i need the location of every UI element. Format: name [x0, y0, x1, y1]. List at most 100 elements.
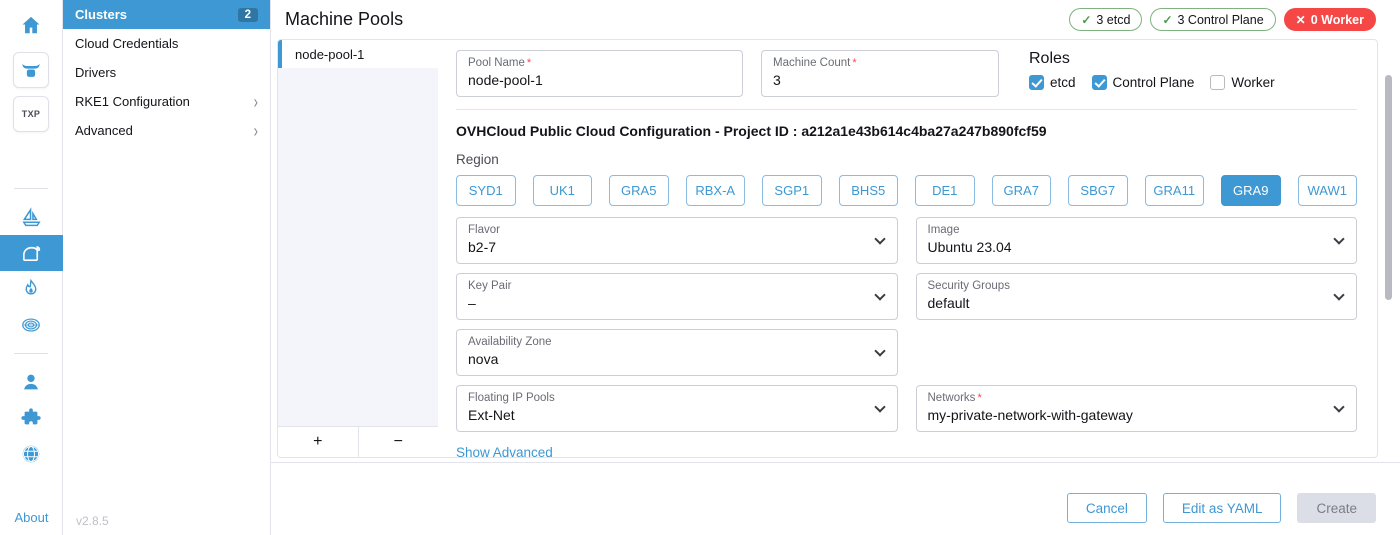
edit-as-yaml-button[interactable]: Edit as YAML — [1163, 493, 1282, 523]
pool-tab-label: node-pool-1 — [295, 47, 364, 62]
region-button-gra7[interactable]: GRA7 — [992, 175, 1052, 206]
icon-rail: TXP About — [0, 0, 63, 535]
control-plane-count-badge: ✓ 3 Control Plane — [1150, 8, 1275, 31]
flame-icon[interactable] — [0, 271, 63, 307]
rail-divider — [14, 353, 48, 354]
roles-group: Roles etcd Control Plane — [1017, 50, 1275, 97]
create-button[interactable]: Create — [1297, 493, 1376, 523]
region-button-de1[interactable]: DE1 — [915, 175, 975, 206]
txp-extension-icon[interactable]: TXP — [13, 96, 49, 132]
sidebar-item-label: Drivers — [75, 65, 116, 80]
pool-name-field[interactable]: Pool Name node-pool-1 — [456, 50, 743, 97]
longhorn-icon[interactable] — [0, 307, 63, 343]
sidebar-item-drivers[interactable]: Drivers — [63, 58, 270, 87]
availability-zone-value: nova — [468, 351, 867, 367]
extensions-puzzle-icon[interactable] — [0, 400, 63, 436]
pool-tab-node-pool-1[interactable]: node-pool-1 — [278, 40, 438, 68]
machine-pools-card: node-pool-1 + − Pool Name node-pool-1 Ma… — [277, 39, 1378, 458]
cluster-management-barn-icon[interactable] — [0, 235, 63, 271]
region-button-gra9-selected[interactable]: GRA9 — [1221, 175, 1281, 206]
role-label: Control Plane — [1113, 75, 1195, 90]
globe-icon[interactable] — [0, 436, 63, 472]
show-advanced-link[interactable]: Show Advanced — [456, 445, 553, 458]
main-content: Machine Pools ✓ 3 etcd ✓ 3 Control Plane… — [271, 0, 1400, 535]
vertical-scrollbar[interactable] — [1385, 75, 1392, 300]
role-control-plane-checkbox[interactable]: Control Plane — [1092, 75, 1195, 90]
region-button-gra5[interactable]: GRA5 — [609, 175, 669, 206]
about-link[interactable]: About — [0, 510, 63, 525]
flavor-value: b2-7 — [468, 239, 867, 255]
checkbox-unchecked-icon — [1210, 75, 1225, 90]
remove-pool-button[interactable]: − — [359, 427, 439, 457]
empty-grid-cell — [916, 329, 1358, 376]
sidebar-item-label: Clusters — [75, 7, 127, 22]
key-pair-value: – — [468, 295, 867, 311]
networks-select[interactable]: Networks my-private-network-with-gateway — [916, 385, 1358, 432]
role-worker-checkbox[interactable]: Worker — [1210, 75, 1274, 90]
chevron-down-icon — [874, 345, 885, 356]
chevron-down-icon — [874, 401, 885, 412]
region-button-sbg7[interactable]: SBG7 — [1068, 175, 1128, 206]
worker-count-badge: ✕ 0 Worker — [1284, 8, 1376, 31]
floating-ip-pools-value: Ext-Net — [468, 407, 867, 423]
flavor-select[interactable]: Flavor b2-7 — [456, 217, 898, 264]
fleet-boat-icon[interactable] — [0, 199, 63, 235]
sidebar-item-advanced[interactable]: Advanced › — [63, 116, 270, 145]
home-icon[interactable] — [20, 14, 42, 36]
region-button-bhs5[interactable]: BHS5 — [839, 175, 899, 206]
region-button-syd1[interactable]: SYD1 — [456, 175, 516, 206]
badge-label: 3 Control Plane — [1178, 13, 1264, 27]
region-button-rbx-a[interactable]: RBX-A — [686, 175, 746, 206]
region-button-waw1[interactable]: WAW1 — [1298, 175, 1358, 206]
sidebar-item-cloud-credentials[interactable]: Cloud Credentials — [63, 29, 270, 58]
chevron-right-icon: › — [254, 120, 258, 141]
add-pool-button[interactable]: + — [278, 427, 359, 457]
region-button-gra11[interactable]: GRA11 — [1145, 175, 1205, 206]
networks-value: my-private-network-with-gateway — [928, 407, 1327, 423]
flavor-label: Flavor — [468, 224, 867, 236]
etcd-count-badge: ✓ 3 etcd — [1069, 8, 1142, 31]
chevron-down-icon — [1333, 289, 1344, 300]
key-pair-label: Key Pair — [468, 280, 867, 292]
availability-zone-label: Availability Zone — [468, 336, 867, 348]
image-select[interactable]: Image Ubuntu 23.04 — [916, 217, 1358, 264]
sidebar-item-rke1-configuration[interactable]: RKE1 Configuration › — [63, 87, 270, 116]
sidebar-item-clusters[interactable]: Clusters 2 — [63, 0, 270, 29]
roles-title: Roles — [1029, 50, 1275, 68]
availability-zone-select[interactable]: Availability Zone nova — [456, 329, 898, 376]
sidebar-item-label: Advanced — [75, 123, 133, 138]
x-icon: ✕ — [1296, 13, 1306, 27]
role-count-badges: ✓ 3 etcd ✓ 3 Control Plane ✕ 0 Worker — [1069, 8, 1376, 31]
key-pair-select[interactable]: Key Pair – — [456, 273, 898, 320]
networks-label: Networks — [928, 392, 1327, 404]
machine-count-label: Machine Count — [773, 57, 987, 69]
pool-name-value: node-pool-1 — [468, 72, 731, 88]
image-value: Ubuntu 23.04 — [928, 239, 1327, 255]
txp-label: TXP — [22, 109, 40, 119]
chevron-down-icon — [874, 289, 885, 300]
role-label: etcd — [1050, 75, 1076, 90]
machine-count-field[interactable]: Machine Count 3 — [761, 50, 999, 97]
app-window: TXP About Clusters 2 — [0, 0, 1400, 535]
role-etcd-checkbox[interactable]: etcd — [1029, 75, 1076, 90]
rancher-logo-icon[interactable] — [13, 52, 49, 88]
security-groups-select[interactable]: Security Groups default — [916, 273, 1358, 320]
cancel-button[interactable]: Cancel — [1067, 493, 1147, 523]
region-button-group: SYD1 UK1 GRA5 RBX-A SGP1 BHS5 DE1 GRA7 S… — [456, 175, 1357, 206]
footer-actions: Cancel Edit as YAML Create — [271, 462, 1400, 535]
chevron-down-icon — [874, 233, 885, 244]
pool-name-label: Pool Name — [468, 57, 731, 69]
rail-divider — [14, 188, 48, 189]
badge-label: 3 etcd — [1096, 13, 1130, 27]
region-button-sgp1[interactable]: SGP1 — [762, 175, 822, 206]
floating-ip-pools-select[interactable]: Floating IP Pools Ext-Net — [456, 385, 898, 432]
image-label: Image — [928, 224, 1327, 236]
sidebar-item-label: Cloud Credentials — [75, 36, 178, 51]
floating-ip-pools-label: Floating IP Pools — [468, 392, 867, 404]
region-button-uk1[interactable]: UK1 — [533, 175, 593, 206]
pool-form: Pool Name node-pool-1 Machine Count 3 Ro… — [438, 40, 1377, 457]
checkbox-checked-icon — [1029, 75, 1044, 90]
role-label: Worker — [1231, 75, 1274, 90]
users-icon[interactable] — [0, 364, 63, 400]
section-divider — [456, 109, 1357, 110]
